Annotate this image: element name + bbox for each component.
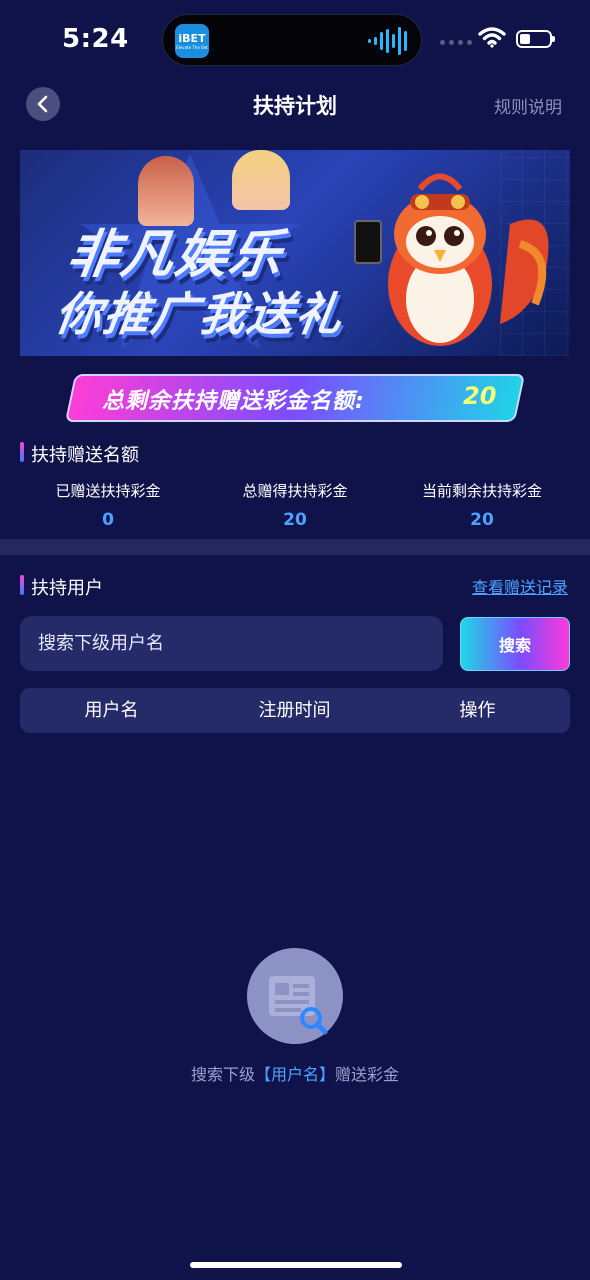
search-button[interactable]: 搜索 xyxy=(460,617,570,671)
empty-text-highlight: 【用户名】 xyxy=(254,1065,335,1084)
table-header: 用户名 注册时间 操作 xyxy=(20,688,570,733)
app-badge-label: iBET xyxy=(178,31,206,45)
battery-icon xyxy=(516,30,555,48)
section-accent-bar xyxy=(20,442,24,462)
empty-text-suffix: 赠送彩金 xyxy=(335,1065,400,1084)
document-search-icon xyxy=(269,976,328,1035)
empty-state-illustration xyxy=(247,948,343,1044)
stat-label-remaining: 当前剩余扶持彩金 xyxy=(421,482,542,500)
rules-link[interactable]: 规则说明 xyxy=(494,93,562,118)
view-gift-records-link[interactable]: 查看赠送记录 xyxy=(472,574,568,598)
app-badge-icon: iBET Elevate The Bet xyxy=(175,24,209,58)
stat-label-total: 总赠得扶持彩金 xyxy=(242,482,348,500)
column-header-username: 用户名 xyxy=(84,700,139,721)
stat-value-remaining: 20 xyxy=(470,510,494,530)
app-badge-sub: Elevate The Bet xyxy=(176,44,208,50)
promo-banner[interactable]: 非凡娱乐 你推广我送礼 xyxy=(20,150,570,356)
support-quota-title: 扶持赠送名额 xyxy=(31,445,139,466)
banner-character-girl-2 xyxy=(232,150,290,210)
wifi-icon xyxy=(478,27,506,48)
home-indicator[interactable] xyxy=(190,1262,402,1268)
audio-wave-icon xyxy=(368,27,407,55)
stat-value-gifted: 0 xyxy=(102,510,114,530)
cellular-signal-icon xyxy=(440,40,472,45)
stat-value-total: 20 xyxy=(283,510,307,530)
section-divider xyxy=(0,539,590,555)
empty-state-text: 搜索下级【用户名】赠送彩金 xyxy=(0,1061,590,1085)
stat-label-gifted: 已赠送扶持彩金 xyxy=(55,482,161,500)
remaining-quota-label: 总剩余扶持赠送彩金名额: xyxy=(102,389,365,414)
phone-illustration xyxy=(354,220,382,264)
search-input[interactable] xyxy=(20,616,443,671)
section-accent-bar xyxy=(20,575,24,595)
banner-headline: 非凡娱乐 xyxy=(63,225,288,285)
phoenix-mascot-icon xyxy=(388,173,549,346)
banner-subheadline: 你推广我送礼 xyxy=(51,287,348,341)
remaining-quota-value: 20 xyxy=(463,382,497,410)
column-header-register-time: 注册时间 xyxy=(258,700,331,721)
support-users-title: 扶持用户 xyxy=(31,578,103,599)
column-header-action: 操作 xyxy=(459,700,496,721)
dynamic-island: iBET Elevate The Bet xyxy=(162,14,422,66)
empty-text-prefix: 搜索下级 xyxy=(190,1065,255,1084)
status-time: 5:24 xyxy=(62,24,129,54)
